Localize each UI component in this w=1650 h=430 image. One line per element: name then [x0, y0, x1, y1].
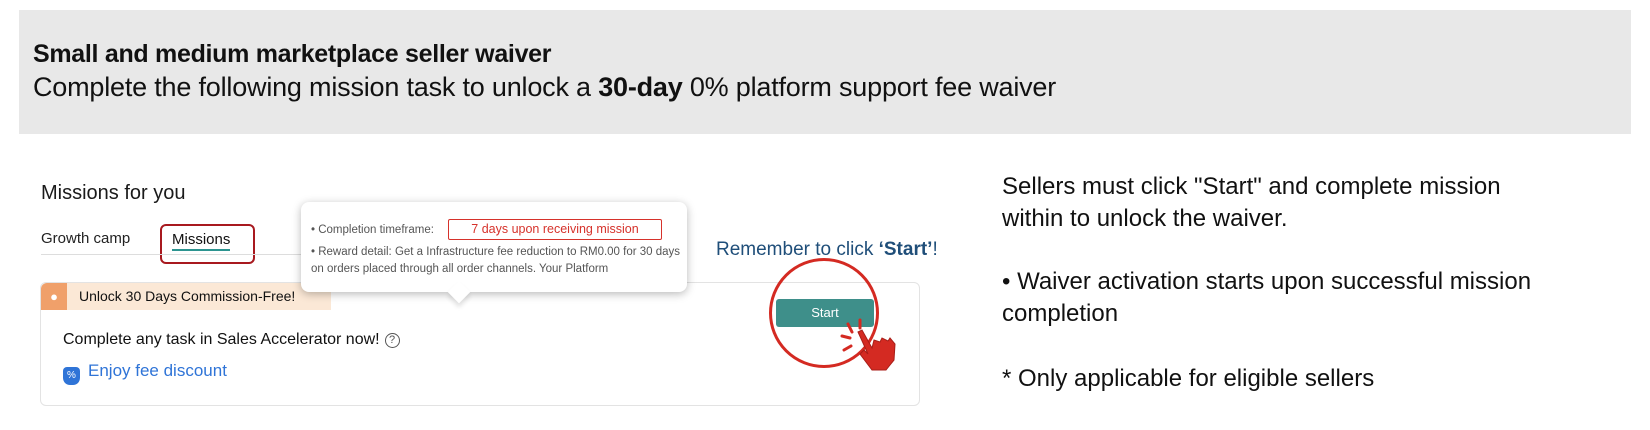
tooltip-timeframe-label: Completion timeframe: [318, 224, 434, 236]
tab-missions[interactable]: Missions [160, 224, 255, 264]
flame-icon: ● [41, 283, 67, 310]
mission-description: Complete any task in Sales Accelerator n… [63, 331, 400, 349]
remember-prefix: Remember to click [716, 239, 879, 260]
activation-note: • Waiver activation starts upon successf… [1002, 268, 1532, 327]
tooltip-reward: • Reward detail: Get a Infrastructure fe… [311, 246, 681, 275]
fee-discount-link[interactable]: % Enjoy fee discount [63, 361, 227, 385]
mission-tooltip: • Completion timeframe: 7 days upon rece… [301, 202, 687, 292]
tab-growth-camp[interactable]: Growth camp [41, 230, 130, 247]
instruction-text: Sellers must click "Start" and complete … [1002, 173, 1501, 232]
panel-title: Missions for you [41, 182, 186, 204]
mission-tag-text: Unlock 30 Days Commission-Free! [79, 288, 296, 304]
banner-title: Small and medium marketplace seller waiv… [33, 40, 552, 68]
banner-subtitle-prefix: Complete the following mission task to u… [33, 72, 599, 102]
remember-suffix: ! [932, 239, 938, 260]
banner-subtitle-suffix: 0% platform support fee waiver [682, 72, 1057, 102]
help-icon[interactable]: ? [384, 333, 400, 348]
remember-start-text: ‘Start’ [878, 239, 933, 260]
header-banner: Small and medium marketplace seller waiv… [19, 10, 1631, 134]
banner-subtitle-bold: 30-day [598, 72, 683, 102]
money-bag-icon: % [63, 367, 80, 385]
fee-discount-label: Enjoy fee discount [88, 361, 227, 380]
tabs-divider [41, 254, 341, 255]
mission-tag: ● Unlock 30 Days Commission-Free! [41, 283, 331, 310]
banner-subtitle: Complete the following mission task to u… [33, 72, 1056, 103]
tooltip-reward-label: Reward detail: [318, 246, 392, 258]
tooltip-timeframe: • Completion timeframe: [311, 224, 434, 236]
tab-missions-label: Missions [172, 231, 231, 248]
mission-description-text: Complete any task in Sales Accelerator n… [63, 331, 380, 348]
eligibility-note: * Only applicable for eligible sellers [1002, 365, 1375, 392]
tooltip-timeframe-value: 7 days upon receiving mission [448, 219, 662, 240]
active-tab-indicator [172, 249, 230, 251]
pointing-hand-icon [840, 318, 896, 371]
